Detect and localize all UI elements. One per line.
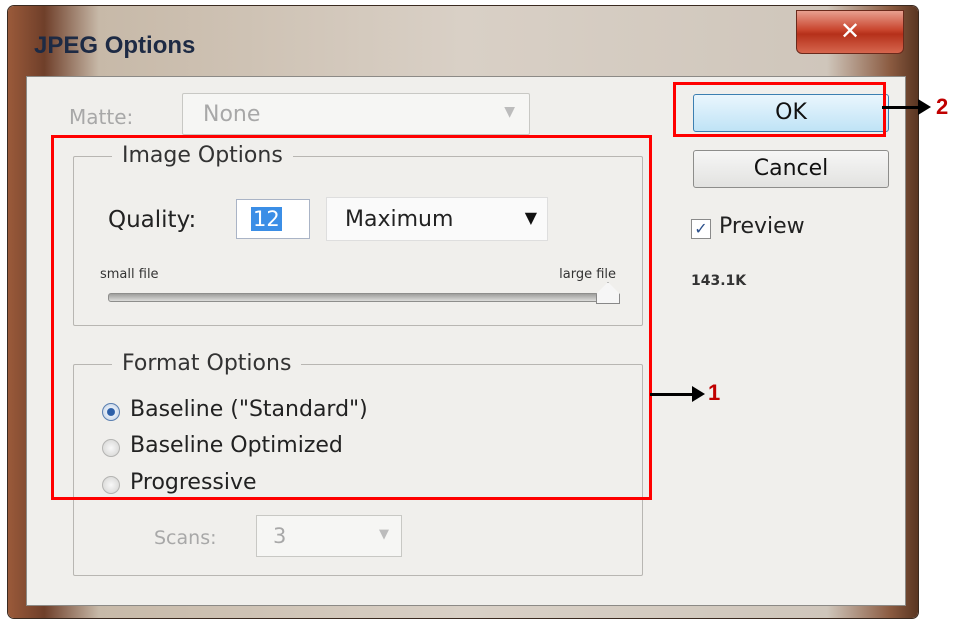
title-bar[interactable]: JPEG Options ✕ — [8, 6, 918, 76]
matte-label: Matte: — [69, 105, 134, 129]
scans-label: Scans: — [154, 527, 217, 549]
preview-label: Preview — [719, 214, 805, 239]
annotation-label-1: 1 — [708, 380, 721, 405]
file-size: 143.1K — [691, 273, 747, 289]
matte-select: None ▼ — [182, 93, 530, 135]
annotation-label-2: 2 — [936, 94, 949, 119]
arrow-right-icon — [918, 99, 931, 115]
chevron-down-icon: ▼ — [379, 527, 389, 542]
dialog-title: JPEG Options — [34, 32, 196, 59]
cancel-button[interactable]: Cancel — [693, 150, 889, 188]
scans-value: 3 — [273, 524, 287, 548]
highlight-box-options — [51, 135, 652, 500]
matte-value: None — [203, 102, 261, 127]
arrow-line-1 — [650, 393, 696, 396]
scans-select: 3 ▼ — [256, 515, 402, 557]
arrow-line-2 — [882, 106, 922, 109]
close-icon: ✕ — [839, 17, 861, 45]
checkbox-checked-icon[interactable]: ✓ — [691, 219, 711, 239]
arrow-right-icon — [692, 386, 705, 402]
chevron-down-icon: ▼ — [504, 104, 515, 120]
close-button[interactable]: ✕ — [796, 10, 904, 54]
highlight-box-ok — [673, 82, 886, 137]
